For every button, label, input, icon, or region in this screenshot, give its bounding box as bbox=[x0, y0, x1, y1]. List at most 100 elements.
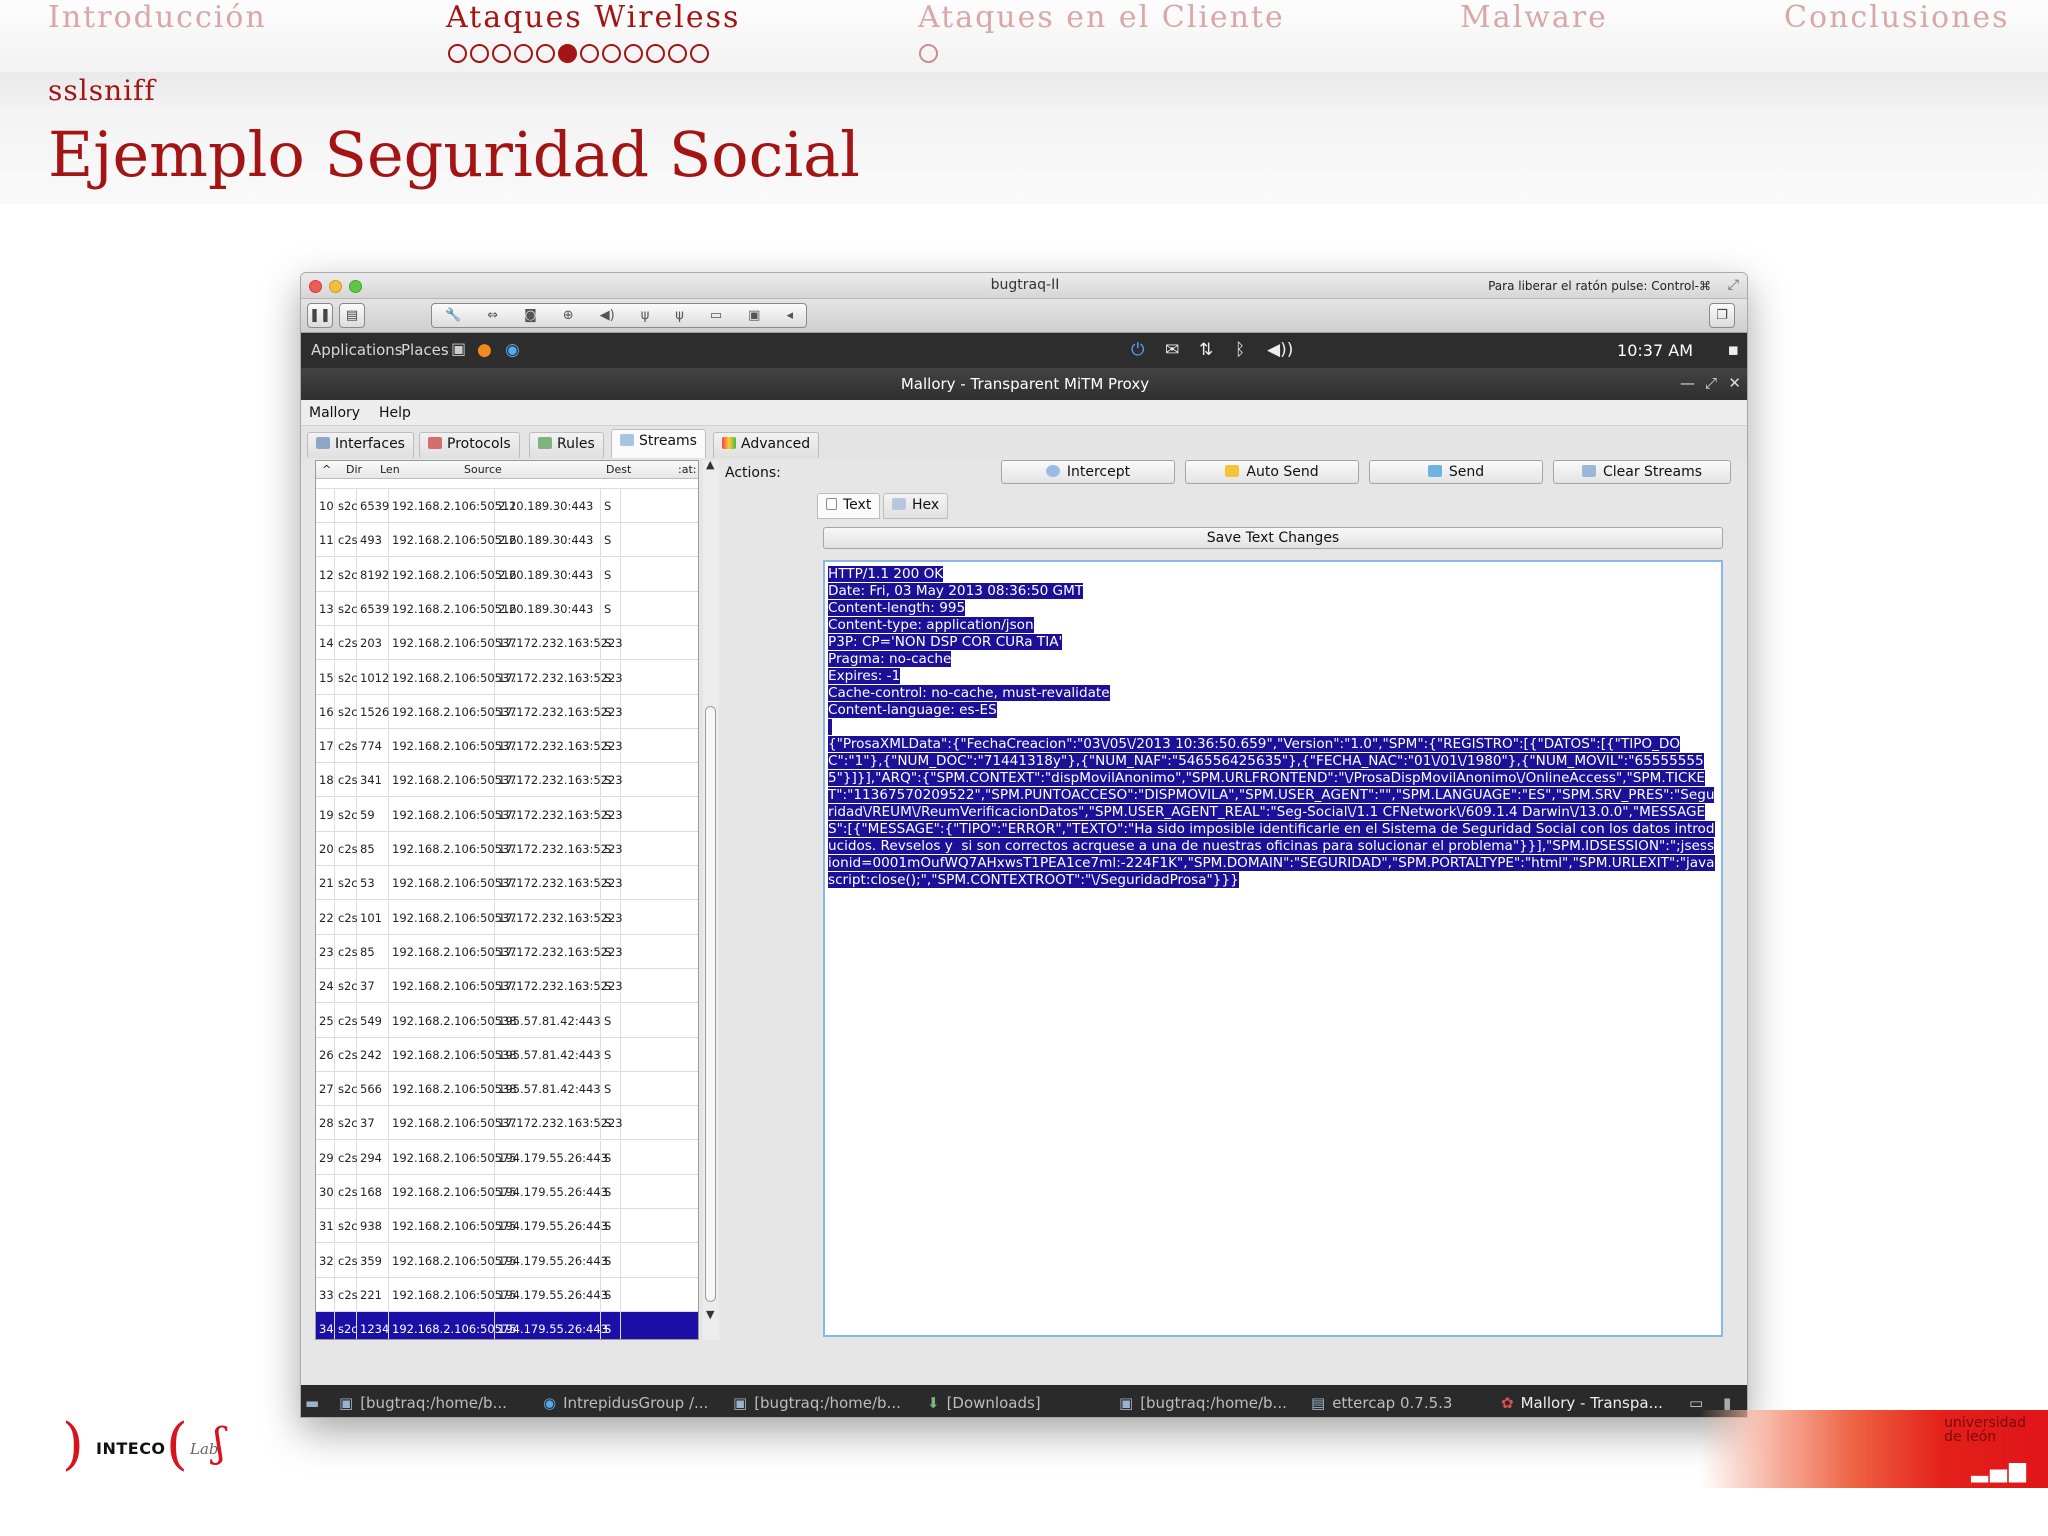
table-row[interactable]: 11 c2s 493 192.168.2.106:50516 2.20.189.30:4… bbox=[316, 523, 698, 558]
nav-dot[interactable] bbox=[558, 44, 577, 63]
arrows-icon[interactable]: ⇔ bbox=[487, 308, 498, 323]
bluetooth-icon[interactable]: ᛒ bbox=[1235, 340, 1245, 360]
nav-section-ataques-wireless[interactable]: Ataques Wireless bbox=[446, 0, 740, 35]
clear-streams-button[interactable]: Clear Streams bbox=[1553, 460, 1731, 484]
firefox-icon[interactable]: ● bbox=[477, 340, 492, 360]
column-len[interactable]: Len bbox=[380, 463, 400, 476]
taskbar-item-terminal-1[interactable]: ▣ [bugtraq:/home/b... bbox=[339, 1394, 507, 1412]
clock[interactable]: 10:37 AM bbox=[1617, 341, 1693, 360]
nav-dot[interactable] bbox=[492, 44, 511, 63]
column-dir[interactable]: Dir bbox=[346, 463, 362, 476]
table-row[interactable]: 22 c2s 101 192.168.2.106:50537 17.172.232.16… bbox=[316, 900, 698, 935]
table-row[interactable]: 20 c2s 85 192.168.2.106:50537 17.172.232.163… bbox=[316, 832, 698, 866]
snapshot-button[interactable]: ▤ bbox=[339, 303, 365, 328]
table-row[interactable]: 24 s2c 37 192.168.2.106:50537 17.172.232.163… bbox=[316, 969, 698, 1004]
scroll-up-icon[interactable]: ▲ bbox=[706, 458, 714, 471]
nav-dot[interactable] bbox=[919, 44, 938, 63]
pause-button[interactable]: ❚❚ bbox=[307, 303, 333, 328]
auto-send-button[interactable]: Auto Send bbox=[1185, 460, 1359, 484]
usb-icon[interactable]: ψ bbox=[641, 308, 650, 323]
column-dest[interactable]: Dest bbox=[606, 463, 631, 476]
chevron-left-icon[interactable]: ◂ bbox=[786, 308, 793, 323]
show-desktop-icon[interactable]: ▬ bbox=[305, 1394, 319, 1412]
window-icon[interactable]: ▣ bbox=[748, 308, 760, 323]
table-row[interactable]: 15 s2c 1012 192.168.2.106:50537 17.172.232.1… bbox=[316, 660, 698, 695]
taskbar-item-terminal-2[interactable]: ▣ [bugtraq:/home/b... bbox=[733, 1394, 901, 1412]
table-row[interactable]: 27 s2c 566 192.168.2.106:50538 195.57.81.42:… bbox=[316, 1072, 698, 1107]
column-status[interactable]: :at: bbox=[678, 463, 696, 476]
scroll-down-icon[interactable]: ▼ bbox=[706, 1308, 714, 1321]
stream-text-editor[interactable]: HTTP/1.1 200 OK Date: Fri, 03 May 2013 08… bbox=[823, 560, 1723, 1337]
maximize-icon[interactable]: ⤢ bbox=[1705, 374, 1717, 392]
folder-icon[interactable]: ▭ bbox=[710, 308, 722, 323]
speaker-icon[interactable]: ◀) bbox=[600, 308, 615, 323]
lock-icon[interactable]: ⊕ bbox=[563, 308, 574, 323]
power-icon[interactable]: ⏻ bbox=[1131, 340, 1144, 360]
volume-icon[interactable]: ◀)) bbox=[1267, 340, 1293, 360]
tab-rules[interactable]: Rules bbox=[529, 432, 604, 458]
tab-interfaces[interactable]: Interfaces bbox=[307, 432, 414, 458]
nav-dot[interactable] bbox=[646, 44, 665, 63]
table-row[interactable]: 17 c2s 774 192.168.2.106:50537 17.172.232.16… bbox=[316, 729, 698, 764]
table-row[interactable]: 28 s2c 37 192.168.2.106:50537 17.172.232.163… bbox=[316, 1106, 698, 1141]
user-icon[interactable]: ▪ bbox=[1727, 340, 1739, 360]
nav-progress-dots-cliente[interactable] bbox=[919, 44, 941, 64]
wrench-icon[interactable]: 🔧 bbox=[445, 308, 461, 323]
nav-section-ataques-cliente[interactable]: Ataques en el Cliente bbox=[918, 0, 1285, 35]
nav-dot[interactable] bbox=[470, 44, 489, 63]
table-row[interactable]: 26 c2s 242 192.168.2.106:50538 195.57.81.42:… bbox=[316, 1037, 698, 1072]
table-row[interactable]: 12 s2c 8192 192.168.2.106:50516 2.20.189.30:… bbox=[316, 557, 698, 592]
tab-streams[interactable]: Streams bbox=[611, 429, 706, 458]
tab-protocols[interactable]: Protocols bbox=[419, 432, 520, 458]
nav-dot[interactable] bbox=[690, 44, 709, 63]
minimize-icon[interactable]: — bbox=[1680, 374, 1695, 392]
nav-progress-dots-wireless[interactable] bbox=[448, 44, 712, 64]
places-menu[interactable]: Places bbox=[401, 341, 449, 359]
nav-dot[interactable] bbox=[668, 44, 687, 63]
sort-icon[interactable]: ^ bbox=[322, 463, 331, 476]
table-row[interactable]: 18 c2s 341 192.168.2.106:50537 17.172.232.16… bbox=[316, 763, 698, 798]
stream-text-content[interactable]: HTTP/1.1 200 OK Date: Fri, 03 May 2013 08… bbox=[828, 566, 1716, 889]
nav-dot[interactable] bbox=[580, 44, 599, 63]
table-row[interactable]: 32 c2s 359 192.168.2.106:50575 194.179.55.26… bbox=[316, 1243, 698, 1278]
table-row[interactable]: 21 s2c 53 192.168.2.106:50537 17.172.232.163… bbox=[316, 866, 698, 901]
taskbar-item-terminal-3[interactable]: ▣ [bugtraq:/home/b... bbox=[1119, 1394, 1287, 1412]
nav-section-malware[interactable]: Malware bbox=[1460, 0, 1608, 35]
mail-icon[interactable]: ✉ bbox=[1165, 340, 1179, 360]
nav-dot[interactable] bbox=[514, 44, 533, 63]
network-icon[interactable]: ⇅ bbox=[1199, 340, 1213, 360]
taskbar-item-ettercap[interactable]: ▤ ettercap 0.7.5.3 bbox=[1311, 1394, 1452, 1412]
save-text-changes-button[interactable]: Save Text Changes bbox=[823, 527, 1723, 549]
subtab-text[interactable]: Text bbox=[817, 493, 881, 519]
column-source[interactable]: Source bbox=[464, 463, 502, 476]
scrollbar-thumb[interactable] bbox=[705, 706, 716, 1302]
nav-section-introduccion[interactable]: Introducción bbox=[48, 0, 267, 35]
applications-menu[interactable]: Applications bbox=[311, 341, 403, 359]
intercept-button[interactable]: Intercept bbox=[1001, 460, 1175, 484]
nav-dot[interactable] bbox=[536, 44, 555, 63]
table-row[interactable] bbox=[316, 479, 698, 489]
menu-mallory[interactable]: Mallory bbox=[309, 405, 360, 421]
taskbar-item-mallory[interactable]: ✿ Mallory - Transpa... bbox=[1501, 1394, 1663, 1412]
nav-dot[interactable] bbox=[448, 44, 467, 63]
vm-device-toolbar[interactable]: 🔧 ⇔ ◙ ⊕ ◀) ψ ψ ▭ ▣ ◂ bbox=[431, 303, 807, 328]
nav-dot[interactable] bbox=[624, 44, 643, 63]
streams-table[interactable]: ^ Dir Len Source Dest :at: 10 s2c 6539 192.… bbox=[315, 460, 699, 1340]
menu-help[interactable]: Help bbox=[379, 405, 411, 421]
terminal-icon[interactable]: ▣ bbox=[451, 339, 466, 358]
table-row[interactable]: 10 s2c 6539 192.168.2.106:50511 2.20.189.30:… bbox=[316, 489, 698, 523]
usb-icon[interactable]: ψ bbox=[675, 308, 684, 323]
chrome-icon[interactable]: ◉ bbox=[505, 340, 520, 360]
close-icon[interactable]: ✕ bbox=[1728, 374, 1741, 392]
restore-view-button[interactable]: ❐ bbox=[1709, 303, 1735, 328]
table-row[interactable]: 30 c2s 168 192.168.2.106:50575 194.179.55.26… bbox=[316, 1175, 698, 1209]
table-row[interactable]: 14 c2s 203 192.168.2.106:50537 17.172.232.16… bbox=[316, 626, 698, 661]
table-row[interactable]: 23 c2s 85 192.168.2.106:50537 17.172.232.163… bbox=[316, 934, 698, 969]
table-row[interactable]: 31 s2c 938 192.168.2.106:50575 194.179.55.26… bbox=[316, 1209, 698, 1244]
nav-section-conclusiones[interactable]: Conclusiones bbox=[1784, 0, 2010, 35]
table-row[interactable]: 33 c2s 221 192.168.2.106:50575 194.179.55.26… bbox=[316, 1277, 698, 1312]
taskbar-item-downloads[interactable]: ⬇ [Downloads] bbox=[927, 1394, 1041, 1412]
disk-icon[interactable]: ◙ bbox=[524, 308, 537, 323]
table-row[interactable]: 16 s2c 1526 192.168.2.106:50537 17.172.232.1… bbox=[316, 694, 698, 729]
table-row[interactable]: 19 s2c 59 192.168.2.106:50537 17.172.232.163… bbox=[316, 797, 698, 832]
